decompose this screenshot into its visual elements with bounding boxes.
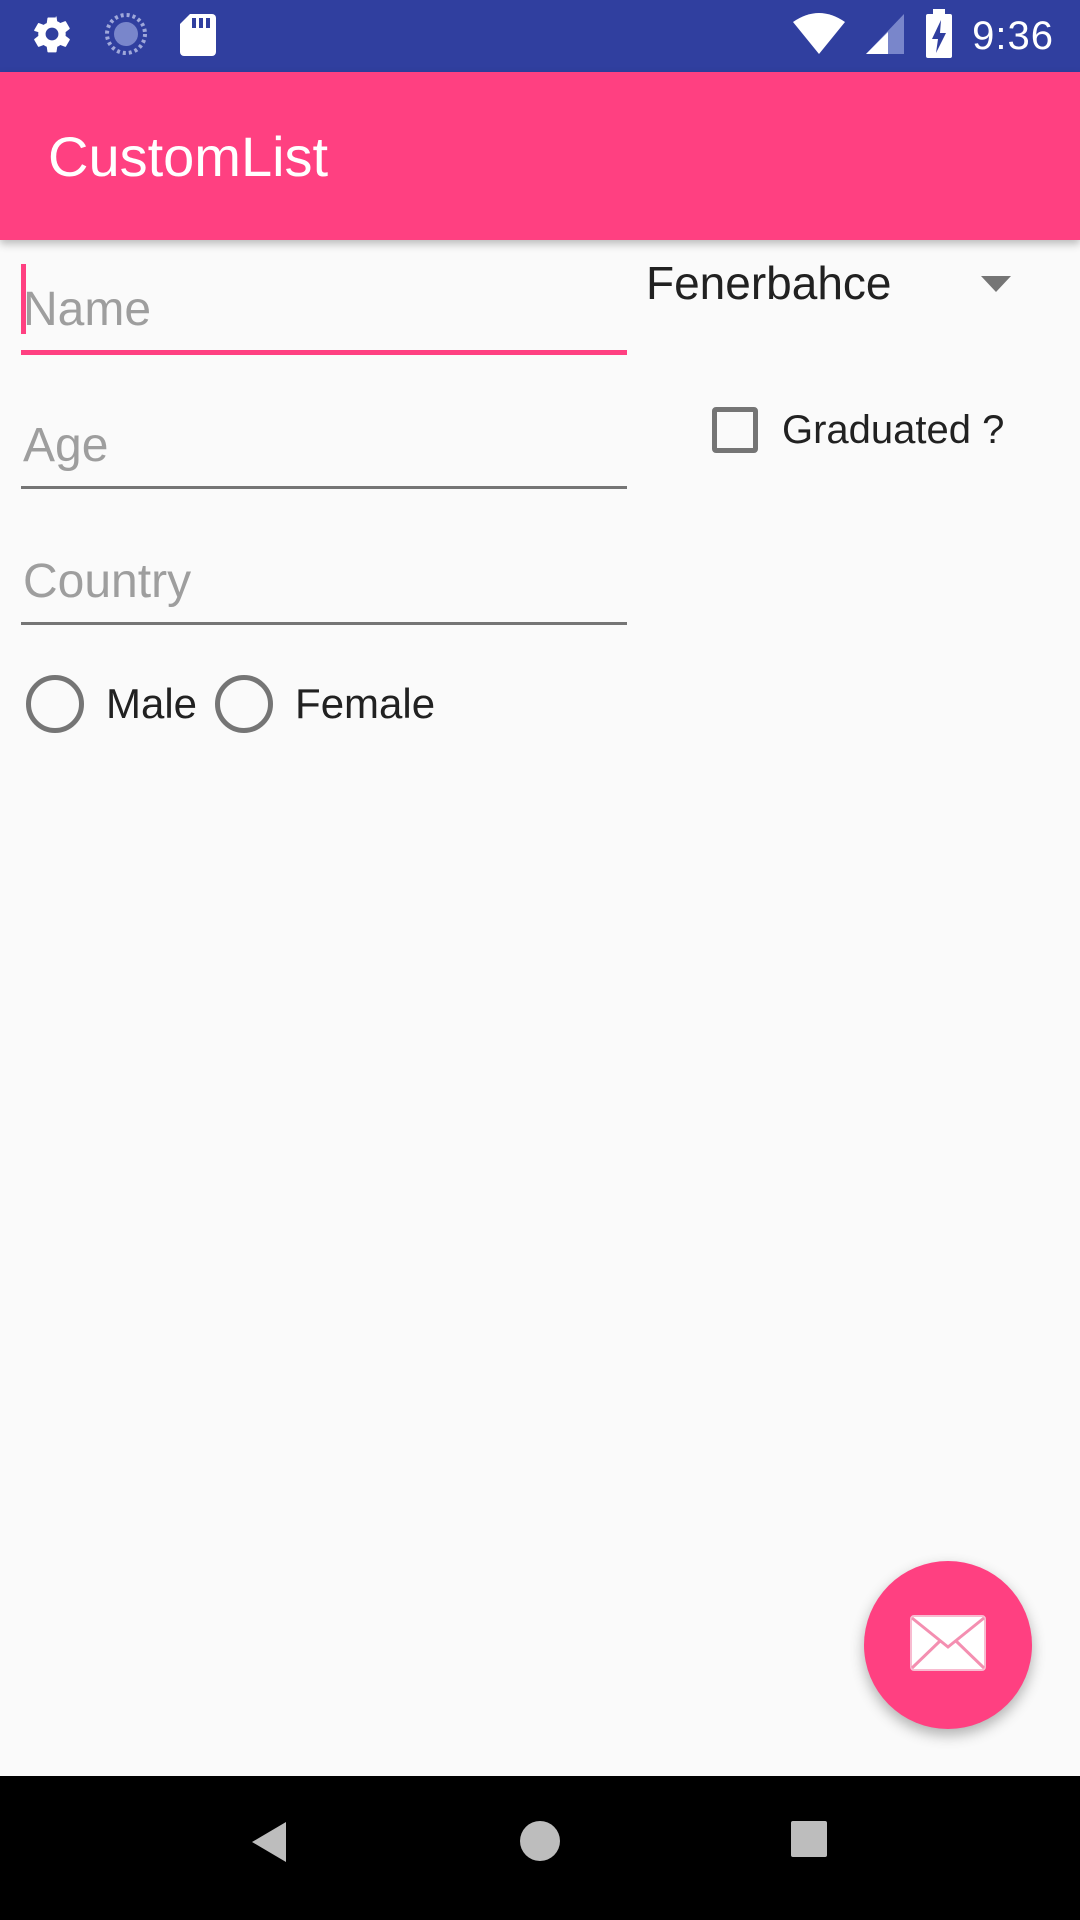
form-content: Male Female Fenerbahce Graduated ?: [0, 240, 1080, 1776]
status-bar: 9:36: [0, 0, 1080, 72]
country-field[interactable]: [21, 542, 627, 625]
radio-female-label[interactable]: Female: [295, 680, 435, 728]
status-left-icons: [30, 12, 218, 61]
team-spinner[interactable]: Fenerbahce: [646, 240, 1026, 330]
envelope-icon: [910, 1614, 986, 1676]
wifi-icon: [792, 12, 846, 61]
radio-male[interactable]: [26, 675, 84, 733]
signal-icon: [864, 12, 906, 61]
graduated-checkbox[interactable]: [712, 407, 758, 453]
age-field[interactable]: [21, 406, 627, 489]
graduated-checkbox-label[interactable]: Graduated ?: [782, 408, 1004, 453]
app-bar: CustomList: [0, 72, 1080, 240]
back-icon[interactable]: [250, 1820, 290, 1869]
gender-radio-group: Male Female: [26, 672, 453, 736]
app-title: CustomList: [48, 125, 329, 188]
clock: 9:36: [972, 13, 1054, 58]
sync-icon: [104, 12, 148, 61]
graduated-checkbox-row[interactable]: Graduated ?: [712, 400, 1004, 460]
radio-male-label[interactable]: Male: [106, 680, 197, 728]
gear-icon: [30, 12, 74, 61]
recents-icon[interactable]: [790, 1820, 828, 1863]
battery-charging-icon: [924, 8, 954, 64]
radio-female[interactable]: [215, 675, 274, 733]
home-icon[interactable]: [519, 1820, 561, 1867]
age-input[interactable]: [23, 406, 623, 484]
send-email-fab[interactable]: [864, 1561, 1032, 1729]
sd-card-icon: [178, 12, 218, 61]
status-right-icons: 9:36: [792, 8, 1054, 64]
country-input[interactable]: [23, 542, 623, 620]
name-field[interactable]: [21, 264, 627, 355]
dropdown-arrow-icon: [981, 276, 1011, 297]
name-input[interactable]: [23, 270, 623, 348]
spinner-selected-value: Fenerbahce: [646, 257, 892, 309]
navigation-bar: [0, 1776, 1080, 1920]
